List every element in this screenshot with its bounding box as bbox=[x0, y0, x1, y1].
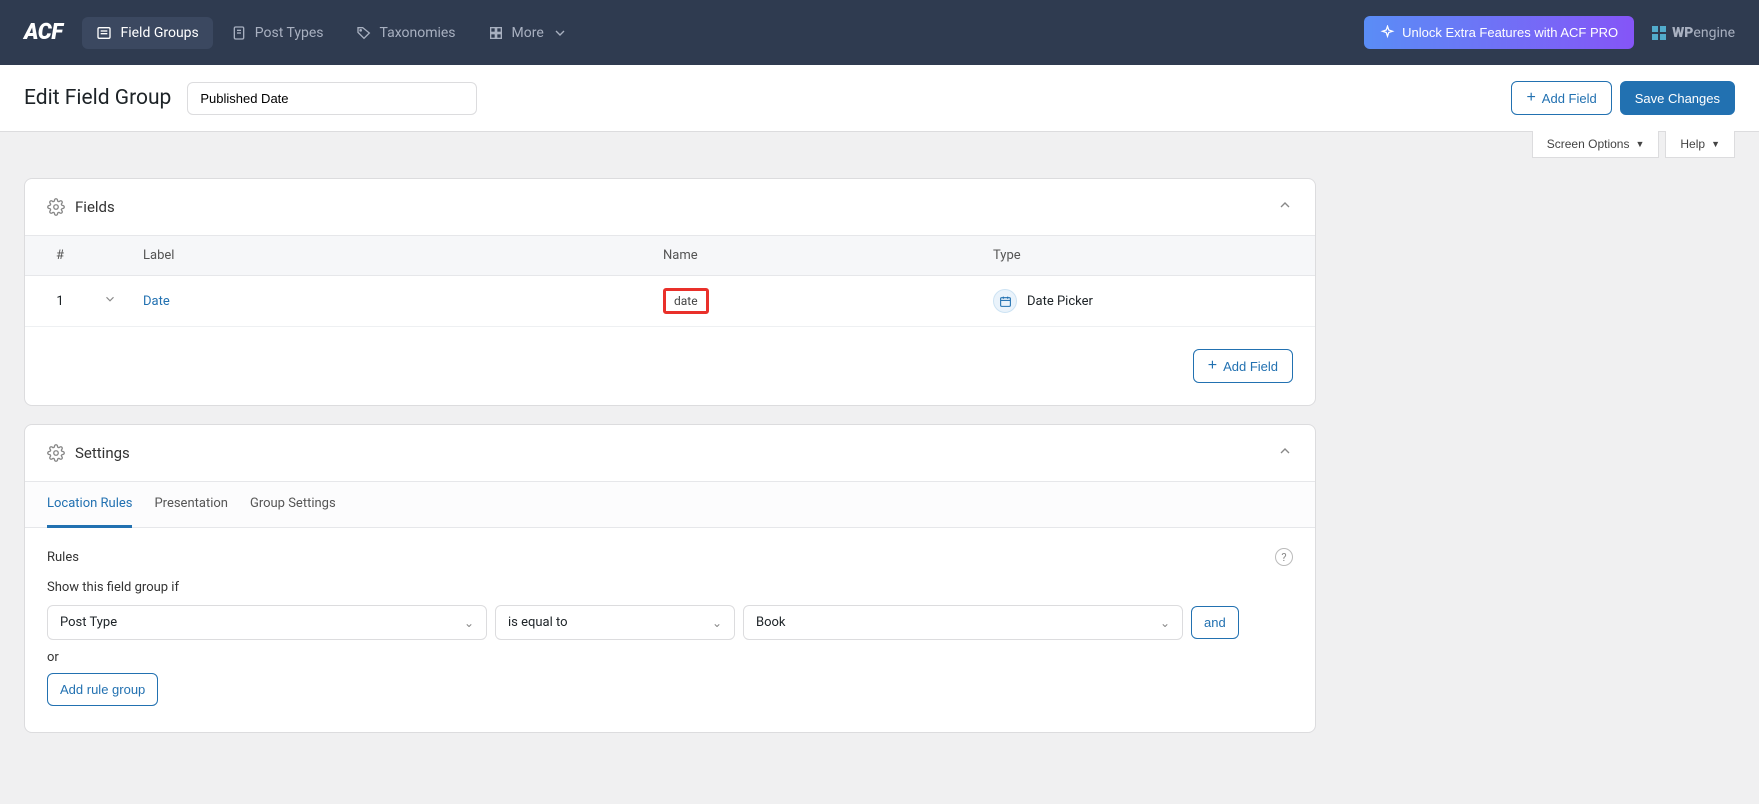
field-name-cell: date bbox=[655, 276, 985, 326]
save-label: Save Changes bbox=[1635, 91, 1720, 106]
unlock-pro-button[interactable]: Unlock Extra Features with ACF PRO bbox=[1364, 16, 1634, 49]
chevron-down-icon: ⌄ bbox=[1160, 616, 1170, 630]
chevron-down-icon: ⌄ bbox=[464, 616, 474, 630]
settings-tabs: Location Rules Presentation Group Settin… bbox=[25, 481, 1315, 528]
field-expand-toggle[interactable] bbox=[95, 280, 135, 322]
content: Fields # Label Name Type 1 Date date bbox=[0, 158, 1340, 781]
document-icon bbox=[231, 25, 247, 41]
fields-panel-header: Fields bbox=[25, 179, 1315, 235]
header-left: Edit Field Group bbox=[24, 82, 477, 115]
fields-panel-title-text: Fields bbox=[75, 198, 115, 216]
col-label: Label bbox=[135, 236, 655, 275]
rules-heading: Rules bbox=[47, 550, 79, 565]
page-title: Edit Field Group bbox=[24, 86, 171, 110]
wpengine-logo[interactable]: WPengine bbox=[1652, 25, 1735, 41]
chevron-down-icon: ⌄ bbox=[712, 616, 722, 630]
settings-panel-title: Settings bbox=[47, 444, 130, 462]
rule-value-value: Book bbox=[756, 615, 786, 630]
screen-options-bar: Screen Options ▼ Help ▼ bbox=[0, 131, 1759, 158]
nav-label: Taxonomies bbox=[380, 25, 456, 41]
tab-presentation[interactable]: Presentation bbox=[154, 482, 228, 528]
tag-icon bbox=[356, 25, 372, 41]
grid-icon bbox=[488, 25, 504, 41]
field-type-label: Date Picker bbox=[1027, 294, 1093, 309]
add-rule-group-button[interactable]: Add rule group bbox=[47, 673, 158, 706]
add-field-button-footer[interactable]: + Add Field bbox=[1193, 349, 1293, 383]
plus-icon: + bbox=[1526, 90, 1535, 106]
rules-head: Rules ? bbox=[47, 548, 1293, 566]
nav-label: Post Types bbox=[255, 25, 324, 41]
chevron-down-icon bbox=[552, 25, 568, 41]
add-field-label: Add Field bbox=[1542, 91, 1597, 106]
triangle-down-icon: ▼ bbox=[1635, 139, 1644, 149]
rule-operator-select[interactable]: is equal to ⌄ bbox=[495, 605, 735, 640]
rule-row: Post Type ⌄ is equal to ⌄ Book ⌄ and bbox=[47, 605, 1293, 640]
group-title-input[interactable] bbox=[187, 82, 477, 115]
unlock-label: Unlock Extra Features with ACF PRO bbox=[1402, 25, 1618, 40]
and-button[interactable]: and bbox=[1191, 606, 1239, 639]
tab-location-rules[interactable]: Location Rules bbox=[47, 482, 132, 528]
rules-sub: Show this field group if bbox=[47, 580, 1293, 595]
rule-operator-value: is equal to bbox=[508, 615, 568, 630]
settings-panel-title-text: Settings bbox=[75, 444, 130, 462]
help-icon[interactable]: ? bbox=[1275, 548, 1293, 566]
header-right: + Add Field Save Changes bbox=[1511, 81, 1735, 115]
list-icon bbox=[96, 25, 112, 41]
col-order: # bbox=[25, 236, 95, 275]
screen-options-toggle[interactable]: Screen Options ▼ bbox=[1532, 131, 1660, 158]
save-button[interactable]: Save Changes bbox=[1620, 81, 1735, 115]
nav-label: Field Groups bbox=[120, 25, 198, 41]
rule-param-value: Post Type bbox=[60, 615, 117, 630]
col-type: Type bbox=[985, 236, 1315, 275]
plus-icon: + bbox=[1208, 358, 1217, 374]
nav-field-groups[interactable]: Field Groups bbox=[82, 17, 212, 49]
header-bar: Edit Field Group + Add Field Save Change… bbox=[0, 65, 1759, 132]
field-type-cell: Date Picker bbox=[985, 277, 1315, 325]
top-nav-right: Unlock Extra Features with ACF PRO WPeng… bbox=[1364, 16, 1735, 49]
collapse-toggle[interactable] bbox=[1277, 197, 1293, 217]
settings-body: Rules ? Show this field group if Post Ty… bbox=[25, 528, 1315, 732]
screen-options-label: Screen Options bbox=[1547, 137, 1630, 151]
wpengine-icon bbox=[1652, 26, 1666, 40]
field-name-chip: date bbox=[663, 288, 709, 314]
field-row: 1 Date date Date Picker bbox=[25, 276, 1315, 327]
field-order: 1 bbox=[25, 282, 95, 321]
add-field-label: Add Field bbox=[1223, 359, 1278, 374]
top-nav: ACF Field Groups Post Types Taxonomies M… bbox=[0, 0, 1759, 65]
chevron-up-icon bbox=[1277, 443, 1293, 459]
triangle-down-icon: ▼ bbox=[1711, 139, 1720, 149]
rule-param-select[interactable]: Post Type ⌄ bbox=[47, 605, 487, 640]
col-name: Name bbox=[655, 236, 985, 275]
rule-value-select[interactable]: Book ⌄ bbox=[743, 605, 1183, 640]
acf-logo: ACF bbox=[24, 20, 62, 45]
wpengine-suffix: engine bbox=[1693, 25, 1735, 41]
nav-label: More bbox=[512, 25, 544, 41]
gear-icon bbox=[47, 198, 65, 216]
top-nav-left: ACF Field Groups Post Types Taxonomies M… bbox=[24, 17, 582, 49]
calendar-icon bbox=[993, 289, 1017, 313]
nav-more[interactable]: More bbox=[474, 17, 582, 49]
help-toggle[interactable]: Help ▼ bbox=[1665, 131, 1735, 158]
fields-panel-title: Fields bbox=[47, 198, 115, 216]
settings-panel: Settings Location Rules Presentation Gro… bbox=[24, 424, 1316, 733]
gear-icon bbox=[47, 444, 65, 462]
field-label-link[interactable]: Date bbox=[143, 294, 170, 309]
sparkle-icon bbox=[1380, 25, 1395, 40]
settings-panel-header: Settings bbox=[25, 425, 1315, 481]
chevron-down-icon bbox=[103, 292, 117, 306]
wpengine-prefix: WP bbox=[1672, 25, 1693, 41]
chevron-up-icon bbox=[1277, 197, 1293, 213]
collapse-toggle[interactable] bbox=[1277, 443, 1293, 463]
fields-table-head: # Label Name Type bbox=[25, 235, 1315, 276]
help-label: Help bbox=[1680, 137, 1705, 151]
or-label: or bbox=[47, 650, 1293, 665]
tab-group-settings[interactable]: Group Settings bbox=[250, 482, 336, 528]
add-field-button[interactable]: + Add Field bbox=[1511, 81, 1611, 115]
fields-panel-footer: + Add Field bbox=[25, 327, 1315, 405]
nav-taxonomies[interactable]: Taxonomies bbox=[342, 17, 470, 49]
col-toggle-spacer bbox=[95, 236, 135, 275]
fields-panel: Fields # Label Name Type 1 Date date bbox=[24, 178, 1316, 406]
field-label-cell: Date bbox=[135, 282, 655, 321]
nav-post-types[interactable]: Post Types bbox=[217, 17, 338, 49]
